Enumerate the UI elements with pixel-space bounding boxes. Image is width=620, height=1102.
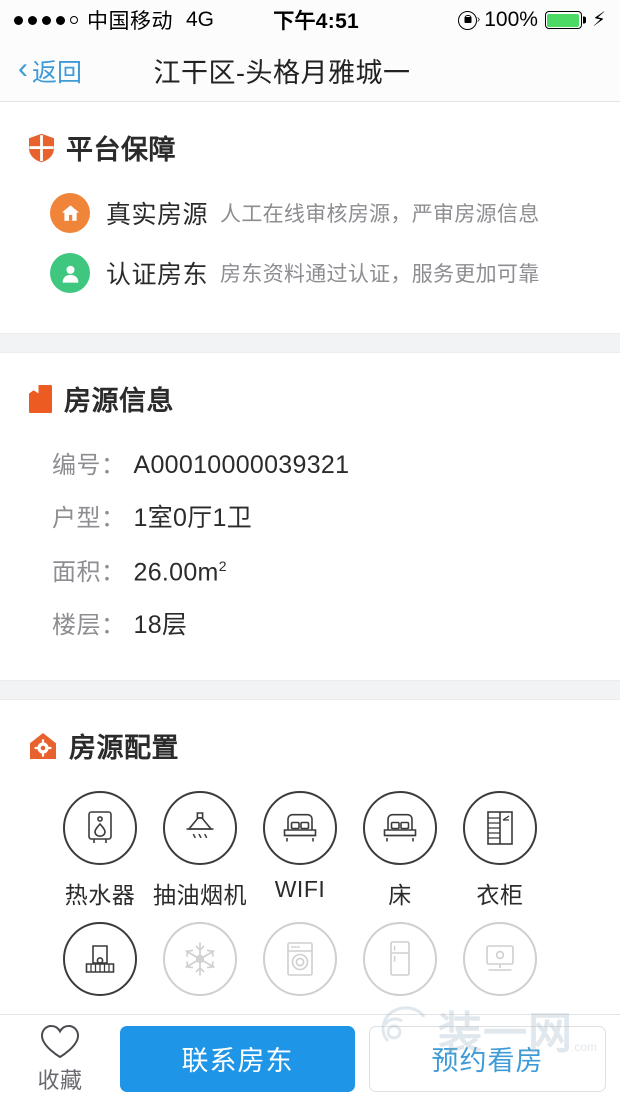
amenity-range-hood[interactable]: 抽油烟机: [150, 791, 250, 910]
guarantee-item-desc: 人工在线审核房源，严审房源信息: [220, 203, 540, 226]
amenities-header: 房源配置: [0, 700, 620, 765]
back-button[interactable]: ‹ 返回: [0, 53, 82, 89]
bottom-action-bar: 收藏 联系房东 预约看房: [0, 1014, 620, 1102]
range-hood-icon: [163, 791, 237, 865]
amenity-label: 热水器: [64, 882, 136, 908]
signal-dot: [56, 15, 65, 25]
section-divider: [0, 333, 620, 353]
row-value: 18层: [133, 611, 188, 639]
favorite-button[interactable]: 收藏: [14, 1023, 106, 1095]
row-value-text: 26.00m: [133, 558, 219, 586]
amenities-title: 房源配置: [69, 733, 179, 763]
guarantee-item-desc: 房东资料通过认证，服务更加可靠: [220, 263, 540, 286]
battery-icon: [544, 11, 582, 29]
phone-screen: 中国移动 4G 下午4:51 › 100% ⚡ ‹ 返回 江干区-头格月雅城一: [0, 0, 620, 1102]
contact-landlord-button[interactable]: 联系房东: [120, 1025, 355, 1092]
refrigerator-icon: [363, 922, 437, 996]
rotation-lock-icon: ›: [458, 10, 480, 30]
row-value: 1室0厅1卫: [133, 504, 253, 532]
house-gear-icon: [28, 731, 58, 761]
platform-guarantee-section: 平台保障 真实房源 人工在线审核房源，严审房源信息 认证房东 房东资料通过认证，…: [0, 102, 620, 333]
favorite-label: 收藏: [37, 1067, 83, 1093]
book-viewing-button[interactable]: 预约看房: [369, 1025, 606, 1092]
row-label: 户型：: [52, 505, 126, 532]
house-info-section: 房源信息 编号： A00010000039321 户型： 1室0厅1卫 面积： …: [0, 353, 620, 680]
back-button-label: 返回: [32, 58, 83, 87]
snowflake-icon: [163, 922, 237, 996]
house-info-row-floor: 楼层： 18层: [0, 596, 620, 650]
platform-guarantee-title: 平台保障: [66, 135, 176, 165]
page-title: 江干区-头格月雅城一: [153, 58, 411, 88]
signal-dot: [28, 15, 37, 25]
amenities-grid: 热水器 抽油烟机 WIFI 床 衣柜: [0, 765, 620, 1051]
row-label: 面积：: [52, 559, 126, 586]
house-info-list: 编号： A00010000039321 户型： 1室0厅1卫 面积： 26.00…: [0, 418, 620, 680]
shield-icon: [28, 133, 55, 163]
amenity-bed[interactable]: 床: [350, 791, 450, 910]
network-type-label: 4G: [186, 8, 215, 31]
platform-guarantee-header: 平台保障: [0, 102, 620, 167]
status-bar-clock: 下午4:51: [273, 10, 360, 33]
navigation-bar: ‹ 返回 江干区-头格月雅城一: [0, 40, 620, 102]
washing-machine-icon: [263, 922, 337, 996]
charging-bolt-icon: ⚡: [591, 9, 606, 31]
house-info-header: 房源信息: [0, 353, 620, 418]
house-info-row-area: 面积： 26.00m2: [0, 543, 620, 596]
carrier-label: 中国移动: [87, 10, 173, 33]
chevron-left-icon: ‹: [18, 52, 28, 85]
bed-icon: [263, 791, 337, 865]
status-bar: 中国移动 4G 下午4:51 › 100% ⚡: [0, 0, 620, 40]
bookmark-icon: [28, 384, 53, 414]
house-info-title: 房源信息: [64, 386, 174, 416]
balcony-icon: [63, 922, 137, 996]
amenity-label: 床: [388, 882, 412, 908]
row-value: A00010000039321: [133, 451, 350, 479]
signal-dot: [14, 15, 23, 25]
amenity-label: WIFI: [274, 876, 326, 902]
battery-percent-label: 100%: [484, 8, 538, 31]
heart-outline-icon: [40, 1024, 80, 1058]
amenities-row: 热水器 抽油烟机 WIFI 床 衣柜: [50, 783, 620, 914]
amenity-wifi[interactable]: WIFI: [250, 791, 350, 910]
status-bar-left: 中国移动 4G: [14, 5, 214, 35]
person-circle-icon: [50, 253, 90, 293]
amenities-section: 房源配置 热水器 抽油烟机 WIFI 床 衣柜: [0, 700, 620, 1051]
wardrobe-icon: [463, 791, 537, 865]
house-info-row-id: 编号： A00010000039321: [0, 436, 620, 489]
signal-strength-dots: [14, 15, 78, 25]
row-label: 编号：: [52, 452, 126, 479]
amenity-label: 衣柜: [476, 882, 524, 908]
amenity-label: 抽油烟机: [153, 882, 247, 908]
guarantee-list: 真实房源 人工在线审核房源，严审房源信息 认证房东 房东资料通过认证，服务更加可…: [0, 167, 620, 333]
signal-dot: [42, 15, 51, 25]
bed-icon: [363, 791, 437, 865]
television-icon: [463, 922, 537, 996]
guarantee-item-real-listing: 真实房源 人工在线审核房源，严审房源信息: [0, 183, 620, 243]
row-label: 楼层：: [52, 612, 126, 639]
section-divider: [0, 680, 620, 700]
status-bar-right: › 100% ⚡: [458, 8, 606, 32]
amenity-water-heater[interactable]: 热水器: [50, 791, 150, 910]
water-heater-icon: [63, 791, 137, 865]
house-circle-icon: [50, 193, 90, 233]
amenity-wardrobe[interactable]: 衣柜: [450, 791, 550, 910]
row-value: 26.00m2: [134, 558, 227, 587]
guarantee-item-label: 认证房东: [106, 261, 209, 289]
guarantee-item-verified-landlord: 认证房东 房东资料通过认证，服务更加可靠: [0, 243, 620, 303]
signal-dot-empty: [70, 16, 78, 24]
guarantee-item-label: 真实房源: [106, 201, 209, 229]
row-value-superscript: 2: [218, 557, 227, 574]
house-info-row-layout: 户型： 1室0厅1卫: [0, 489, 620, 543]
